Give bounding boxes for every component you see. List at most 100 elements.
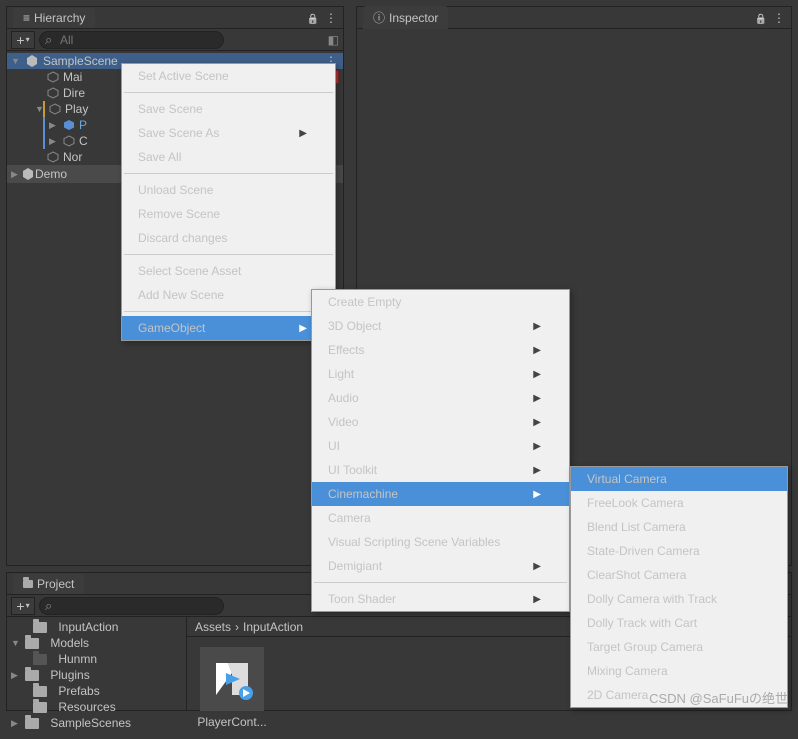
menu-item-audio[interactable]: Audio▶ <box>312 386 569 410</box>
tree-item-label: Models <box>50 636 89 650</box>
menu-item-cinemachine[interactable]: Cinemachine▶ <box>312 482 569 506</box>
tree-item[interactable]: InputAction <box>7 619 186 635</box>
menu-item-effects[interactable]: Effects▶ <box>312 338 569 362</box>
unity-icon <box>21 167 35 181</box>
chevron-right-icon: ▶ <box>11 169 21 180</box>
menu-item-mixing-camera[interactable]: Mixing Camera <box>571 659 787 683</box>
cube-icon <box>47 71 59 83</box>
menu-item-3d-object[interactable]: 3D Object▶ <box>312 314 569 338</box>
context-menu-gameobject: Create Empty 3D Object▶ Effects▶ Light▶ … <box>311 289 570 612</box>
menu-item-video[interactable]: Video▶ <box>312 410 569 434</box>
context-menu-scene: Set Active Scene Save Scene Save Scene A… <box>121 63 336 341</box>
menu-item-create-empty[interactable]: Create Empty <box>312 290 569 314</box>
watermark: CSDN @SaFuFuの绝世 <box>649 688 788 707</box>
list-icon: ≡ <box>23 11 30 25</box>
hierarchy-tab[interactable]: ≡ Hierarchy <box>13 8 95 28</box>
menu-dots-icon[interactable] <box>773 11 785 25</box>
filter-icon[interactable]: ◧ <box>328 33 339 47</box>
context-menu-cinemachine: Virtual Camera FreeLook Camera Blend Lis… <box>570 466 788 708</box>
menu-item-clearshot-camera[interactable]: ClearShot Camera <box>571 563 787 587</box>
chevron-right-icon: ▶ <box>49 136 59 147</box>
tree-item-label: Play <box>65 102 88 116</box>
breadcrumb-item[interactable]: InputAction <box>243 620 303 634</box>
menu-item-set-active[interactable]: Set Active Scene <box>122 64 335 88</box>
chevron-right-icon: ▶ <box>11 670 21 681</box>
folder-icon <box>33 686 47 697</box>
tree-item-label: InputAction <box>58 620 118 634</box>
tree-item-label: SampleScenes <box>50 716 131 730</box>
folder-icon <box>25 670 39 681</box>
menu-item-state-driven-camera[interactable]: State-Driven Camera <box>571 539 787 563</box>
unity-icon <box>25 54 39 68</box>
menu-item-save-scene[interactable]: Save Scene <box>122 97 335 121</box>
menu-item-select-scene-asset[interactable]: Select Scene Asset <box>122 259 335 283</box>
menu-item-blend-list-camera[interactable]: Blend List Camera <box>571 515 787 539</box>
menu-item-discard-changes: Discard changes <box>122 226 335 250</box>
tree-item-label: Mai <box>63 70 82 84</box>
menu-item-camera[interactable]: Camera <box>312 506 569 530</box>
tree-item-label: Resources <box>58 700 115 714</box>
menu-item-dolly-track-cart[interactable]: Dolly Track with Cart <box>571 611 787 635</box>
scene-name: SampleScene <box>43 54 118 68</box>
chevron-right-icon: › <box>235 620 239 634</box>
lock-icon[interactable] <box>307 11 319 25</box>
folder-icon <box>33 654 47 665</box>
cube-icon <box>63 135 75 147</box>
add-button[interactable]: +▾ <box>11 31 35 49</box>
tree-item-label: Plugins <box>50 668 89 682</box>
tree-item-label: Nor <box>63 150 82 164</box>
asset-name: PlayerCont... <box>197 715 266 729</box>
folder-icon <box>33 702 47 713</box>
lock-icon[interactable] <box>755 11 767 25</box>
folder-icon <box>25 638 39 649</box>
folder-icon <box>33 622 47 633</box>
project-tree: InputAction ▼ Models Hunmn ▶ Plugins Pre… <box>7 617 187 710</box>
menu-item-unload-scene[interactable]: Unload Scene <box>122 178 335 202</box>
tree-item-label: Dire <box>63 86 85 100</box>
menu-item-remove-scene[interactable]: Remove Scene <box>122 202 335 226</box>
asset-thumbnail <box>200 647 264 711</box>
tree-item[interactable]: ▶ Plugins <box>7 667 186 683</box>
hierarchy-search-input[interactable] <box>39 31 224 49</box>
hierarchy-title: Hierarchy <box>34 11 85 25</box>
menu-item-freelook-camera[interactable]: FreeLook Camera <box>571 491 787 515</box>
tree-item-label: C <box>79 134 88 148</box>
cube-icon <box>47 87 59 99</box>
tree-item[interactable]: ▶ SampleScenes <box>7 715 186 731</box>
chevron-down-icon: ▼ <box>11 56 21 66</box>
tree-item-label: Prefabs <box>58 684 99 698</box>
menu-item-demigiant[interactable]: Demigiant▶ <box>312 554 569 578</box>
info-icon: ⓘ <box>373 9 385 26</box>
project-search-input[interactable] <box>39 597 224 615</box>
menu-dots-icon[interactable] <box>325 11 337 25</box>
menu-item-gameobject[interactable]: GameObject▶ <box>122 316 335 340</box>
project-tab[interactable]: Project <box>13 574 84 594</box>
add-button[interactable]: +▾ <box>11 597 35 615</box>
folder-icon <box>25 718 39 729</box>
menu-item-ui[interactable]: UI▶ <box>312 434 569 458</box>
breadcrumb-item[interactable]: Assets <box>195 620 231 634</box>
project-title: Project <box>37 577 74 591</box>
menu-item-add-new-scene[interactable]: Add New Scene <box>122 283 335 307</box>
cube-icon <box>49 103 61 115</box>
menu-item-target-group-camera[interactable]: Target Group Camera <box>571 635 787 659</box>
menu-item-save-all[interactable]: Save All <box>122 145 335 169</box>
menu-item-virtual-camera[interactable]: Virtual Camera <box>571 467 787 491</box>
tree-item-label: Hunmn <box>58 652 97 666</box>
menu-item-save-scene-as[interactable]: Save Scene As▶ <box>122 121 335 145</box>
hierarchy-toolbar: +▾ ◧ <box>7 29 343 51</box>
tree-item[interactable]: Prefabs <box>7 683 186 699</box>
tree-item[interactable]: ▼ Models <box>7 635 186 651</box>
cube-icon <box>63 119 75 131</box>
menu-item-light[interactable]: Light▶ <box>312 362 569 386</box>
menu-item-ui-toolkit[interactable]: UI Toolkit▶ <box>312 458 569 482</box>
chevron-right-icon: ▶ <box>49 120 59 131</box>
tree-item[interactable]: Hunmn <box>7 651 186 667</box>
tree-item[interactable]: Resources <box>7 699 186 715</box>
menu-item-dolly-camera-track[interactable]: Dolly Camera with Track <box>571 587 787 611</box>
menu-item-toon-shader[interactable]: Toon Shader▶ <box>312 587 569 611</box>
chevron-down-icon: ▼ <box>11 638 21 648</box>
menu-item-visual-scripting[interactable]: Visual Scripting Scene Variables <box>312 530 569 554</box>
inspector-tab[interactable]: ⓘ Inspector <box>363 6 448 29</box>
folder-icon <box>23 577 33 591</box>
